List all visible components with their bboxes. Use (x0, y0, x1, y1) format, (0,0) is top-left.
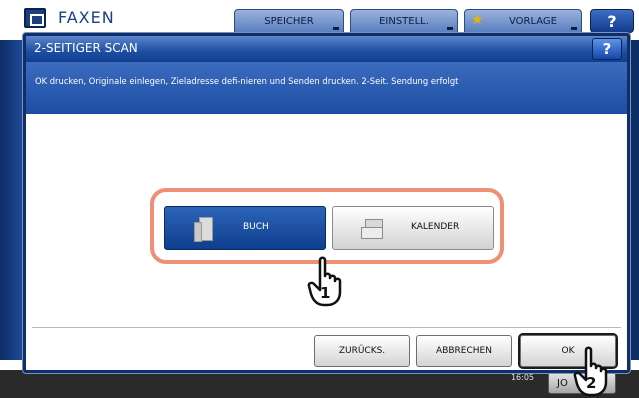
star-icon: ★ (471, 12, 484, 28)
status-footer (0, 370, 639, 398)
tab-vorlage[interactable]: ★ VORLAGE (464, 9, 582, 33)
instruction-message: OK drucken, Originale einlegen, Zieladre… (35, 76, 459, 86)
buch-option-button[interactable]: BUCH (164, 206, 326, 250)
tab-einstell[interactable]: EINSTELL. (350, 9, 458, 33)
tab-speicher[interactable]: SPEICHER (234, 9, 344, 33)
help-button[interactable]: ? (592, 38, 622, 60)
chevron-down-icon (447, 27, 453, 30)
cancel-button[interactable]: ABBRECHEN (416, 335, 512, 367)
divider (32, 327, 621, 328)
step-number: 2 (586, 374, 597, 392)
buch-label: BUCH (243, 222, 269, 232)
step-number: 1 (320, 284, 331, 302)
clock-time: 16:05 (510, 373, 534, 382)
tab-label: VORLAGE (508, 15, 558, 27)
kalender-option-button[interactable]: KALENDER (332, 206, 494, 250)
screen: FAXEN SPEICHER EINSTELL. ★ VORLAGE ? 16:… (0, 0, 639, 398)
kalender-label: KALENDER (411, 222, 460, 232)
duplex-scan-dialog: 2-SEITIGER SCAN ? OK drucken, Originale … (23, 33, 630, 373)
app-title: FAXEN (58, 8, 115, 27)
tab-label: SPEICHER (264, 15, 314, 27)
message-bar: OK drucken, Originale einlegen, Zieladre… (26, 62, 627, 114)
chevron-down-icon (571, 27, 577, 30)
calendar-icon (361, 219, 383, 239)
step-2-pointer: 2 (572, 346, 612, 398)
dialog-title: 2-SEITIGER SCAN (34, 41, 138, 55)
book-icon (194, 217, 213, 242)
back-button[interactable]: ZURÜCKS. (314, 335, 410, 367)
dialog-titlebar: 2-SEITIGER SCAN ? (26, 36, 627, 62)
app-help-button[interactable]: ? (590, 9, 634, 33)
chevron-down-icon (333, 27, 339, 30)
app-header: FAXEN SPEICHER EINSTELL. ★ VORLAGE ? (0, 0, 639, 33)
fax-icon (24, 8, 46, 28)
tab-label: EINSTELL. (379, 15, 429, 27)
step-1-pointer: 1 (306, 256, 346, 308)
